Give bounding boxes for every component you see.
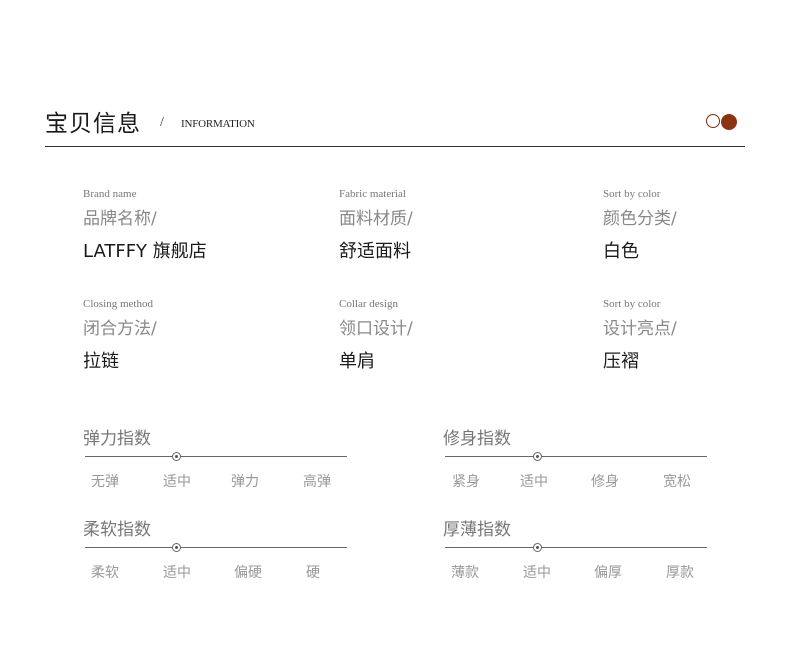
scale-title: 弹力指数 [83, 429, 151, 449]
scale-option: 修身 [591, 474, 619, 490]
scale-option: 硬 [306, 565, 320, 581]
attribute-value: 白色 [603, 241, 639, 262]
scale-option: 适中 [163, 565, 191, 581]
outline-circle-icon [706, 114, 720, 128]
attribute-label-en: Closing method [83, 298, 153, 310]
attribute-label-en: Fabric material [339, 188, 406, 200]
attribute-fabric: Fabric material 面料材质/ 舒适面料 [339, 188, 413, 263]
scale-option: 弹力 [231, 474, 259, 490]
scale-option: 无弹 [91, 474, 119, 490]
scale-track [85, 547, 347, 548]
attribute-value: 压褶 [603, 351, 639, 372]
attribute-label-cn: 设计亮点/ [603, 319, 677, 339]
attribute-label-en: Sort by color [603, 298, 661, 310]
scale-marker [533, 543, 542, 552]
scale-option: 适中 [163, 474, 191, 490]
scale-option: 薄款 [451, 565, 479, 581]
scale-title: 柔软指数 [83, 520, 151, 540]
attribute-brand: Brand name 品牌名称/ LATFFY 旗舰店 [83, 188, 207, 263]
section-subtitle: INFORMATION [181, 118, 255, 130]
attribute-label-en: Collar design [339, 298, 398, 310]
scale-option: 偏硬 [234, 565, 262, 581]
attribute-label-cn: 品牌名称/ [83, 209, 157, 229]
title-separator: / [160, 115, 164, 130]
attribute-label-cn: 闭合方法/ [83, 319, 157, 339]
attribute-label-cn: 颜色分类/ [603, 209, 677, 229]
attribute-color: Sort by color 颜色分类/ 白色 [603, 188, 677, 263]
scale-option: 宽松 [663, 474, 691, 490]
scale-option: 柔软 [91, 565, 119, 581]
attribute-collar: Collar design 领口设计/ 单肩 [339, 298, 413, 373]
section-title: 宝贝信息 [45, 111, 141, 137]
scale-option: 适中 [520, 474, 548, 490]
scale-option: 紧身 [452, 474, 480, 490]
attribute-label-en: Sort by color [603, 188, 661, 200]
attribute-value: 单肩 [339, 351, 375, 372]
header-divider [45, 146, 745, 147]
scale-track [445, 456, 707, 457]
filled-circle-icon [721, 114, 737, 130]
scale-option: 适中 [523, 565, 551, 581]
scale-elasticity: 弹力指数 无弹 适中 弹力 高弹 [83, 424, 353, 494]
attribute-label-cn: 面料材质/ [339, 209, 413, 229]
scale-marker [172, 452, 181, 461]
attribute-label-cn: 领口设计/ [339, 319, 413, 339]
attribute-label-en: Brand name [83, 188, 137, 200]
scale-softness: 柔软指数 柔软 适中 偏硬 硬 [83, 515, 353, 585]
scale-track [85, 456, 347, 457]
attribute-closing: Closing method 闭合方法/ 拉链 [83, 298, 157, 373]
attribute-value: LATFFY 旗舰店 [83, 241, 207, 262]
scale-marker [533, 452, 542, 461]
scale-marker [172, 543, 181, 552]
attribute-value: 拉链 [83, 351, 119, 372]
scale-option: 厚款 [666, 565, 694, 581]
scale-title: 厚薄指数 [443, 520, 511, 540]
scale-title: 修身指数 [443, 429, 511, 449]
scale-fit: 修身指数 紧身 适中 修身 宽松 [443, 424, 713, 494]
scale-track [445, 547, 707, 548]
scale-thickness: 厚薄指数 薄款 适中 偏厚 厚款 [443, 515, 713, 585]
scale-option: 高弹 [303, 474, 331, 490]
attribute-value: 舒适面料 [339, 241, 411, 262]
attribute-highlight: Sort by color 设计亮点/ 压褶 [603, 298, 677, 373]
scale-option: 偏厚 [594, 565, 622, 581]
